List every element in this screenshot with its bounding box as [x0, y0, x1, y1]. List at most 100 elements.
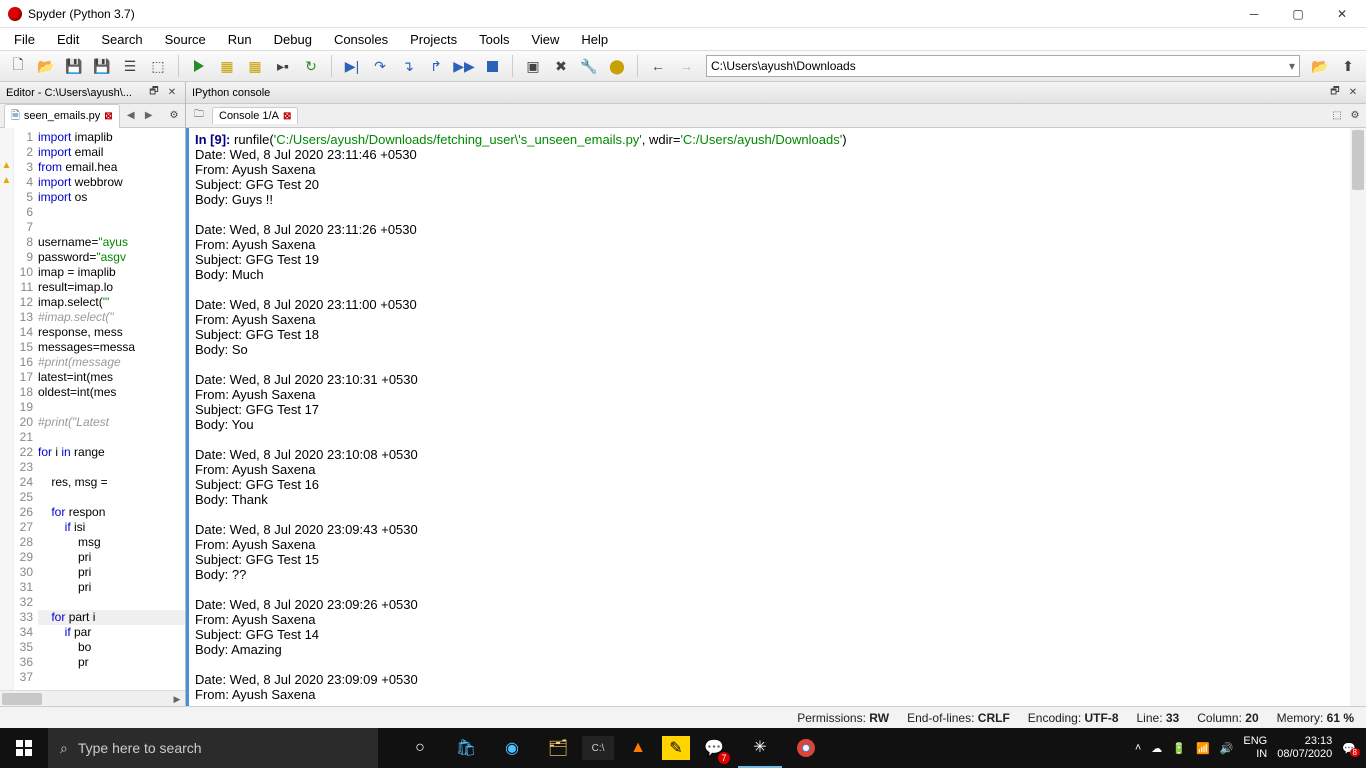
- close-button[interactable]: ✕: [1320, 0, 1364, 28]
- pane-float-button[interactable]: 🗗: [1328, 86, 1342, 100]
- edge-icon[interactable]: ◉: [490, 728, 534, 768]
- preferences-button[interactable]: ✖: [549, 54, 573, 78]
- search-placeholder: Type here to search: [78, 740, 202, 756]
- max-pane-button[interactable]: ⬚: [146, 54, 170, 78]
- browse-dir-button[interactable]: 📂: [1308, 54, 1332, 78]
- pane-close-button[interactable]: ✕: [1346, 86, 1360, 100]
- menu-run[interactable]: Run: [218, 30, 262, 49]
- run-button[interactable]: [187, 54, 211, 78]
- step-out-button[interactable]: ↱: [424, 54, 448, 78]
- console-tab-label: Console 1/A: [219, 110, 279, 122]
- menu-file[interactable]: File: [4, 30, 45, 49]
- menu-source[interactable]: Source: [155, 30, 216, 49]
- ipython-console[interactable]: In [9]: runfile('C:/Users/ayush/Download…: [186, 128, 1366, 706]
- code-editor[interactable]: ▲▲ 1234567891011121314151617181920212223…: [0, 128, 185, 690]
- windows-taskbar: ⌕ Type here to search ○ 🛍 ◉ 🗂 C:\ ▲ ✎ 💬7…: [0, 728, 1366, 768]
- tab-next-button[interactable]: ▶: [142, 110, 156, 121]
- file-icon: 🗎: [11, 107, 20, 126]
- cortana-icon[interactable]: ○: [398, 728, 442, 768]
- start-button[interactable]: [0, 728, 48, 768]
- outline-button[interactable]: ☰: [118, 54, 142, 78]
- run-cell-button[interactable]: ▦: [215, 54, 239, 78]
- tab-prev-button[interactable]: ◀: [124, 110, 138, 121]
- pane-float-button[interactable]: 🗗: [147, 86, 161, 100]
- spyder-logo-icon: [8, 7, 22, 21]
- tray-onedrive-icon[interactable]: ☁: [1151, 742, 1162, 755]
- open-file-button[interactable]: 📂: [34, 54, 58, 78]
- run-cell-advance-button[interactable]: ▦: [243, 54, 267, 78]
- notes-icon[interactable]: ✎: [662, 736, 690, 760]
- scroll-right-icon[interactable]: ▶: [169, 691, 185, 707]
- continue-button[interactable]: ▶▶: [452, 54, 476, 78]
- editor-hscrollbar[interactable]: ◀ ▶: [0, 690, 185, 706]
- console-tabrow: 🗀 Console 1/A ⊠ ⬚ ⚙: [186, 104, 1366, 128]
- kernel-button[interactable]: ▣: [521, 54, 545, 78]
- console-tab[interactable]: Console 1/A ⊠: [212, 107, 298, 124]
- menu-help[interactable]: Help: [571, 30, 618, 49]
- chrome-icon[interactable]: [784, 728, 828, 768]
- menubar: FileEditSearchSourceRunDebugConsolesProj…: [0, 28, 1366, 50]
- editor-tab-label: seen_emails.py: [24, 110, 100, 122]
- save-all-button[interactable]: 💾: [90, 54, 114, 78]
- menu-tools[interactable]: Tools: [469, 30, 519, 49]
- tray-volume-icon[interactable]: 🔊: [1220, 742, 1234, 755]
- editor-tabrow: 🗎 seen_emails.py ⊠ ◀ ▶ ⚙: [0, 104, 185, 128]
- step-over-button[interactable]: ↷: [368, 54, 392, 78]
- tab-close-icon[interactable]: ⊠: [104, 111, 112, 122]
- menu-debug[interactable]: Debug: [264, 30, 322, 49]
- status-encoding: Encoding: UTF-8: [1028, 711, 1119, 725]
- step-into-button[interactable]: ↴: [396, 54, 420, 78]
- parent-dir-button[interactable]: ⬆: [1336, 54, 1360, 78]
- system-tray: ˄ ☁ 🔋 📶 🔊 ENGIN 23:1308/07/2020 💬8: [1125, 735, 1366, 761]
- editor-options-button[interactable]: ⚙: [167, 109, 181, 123]
- search-icon: ⌕: [60, 740, 68, 757]
- working-directory-input[interactable]: C:\Users\ayush\Downloads▾: [706, 55, 1300, 77]
- tray-language[interactable]: ENGIN: [1243, 735, 1267, 761]
- python-path-button[interactable]: ⬤: [605, 54, 629, 78]
- tray-battery-icon[interactable]: 🔋: [1172, 742, 1186, 755]
- rerun-button[interactable]: ↻: [299, 54, 323, 78]
- console-vscrollbar[interactable]: [1350, 128, 1366, 706]
- tray-clock[interactable]: 23:1308/07/2020: [1277, 735, 1332, 761]
- menu-projects[interactable]: Projects: [400, 30, 467, 49]
- editor-pane: Editor - C:\Users\ayush\... 🗗 ✕ 🗎 seen_e…: [0, 82, 186, 706]
- vlc-icon[interactable]: ▲: [616, 728, 660, 768]
- forward-button[interactable]: →: [674, 54, 698, 78]
- menu-consoles[interactable]: Consoles: [324, 30, 398, 49]
- console-stop-button[interactable]: ⬚: [1330, 109, 1344, 123]
- status-memory: Memory: 61 %: [1277, 711, 1354, 725]
- pane-close-button[interactable]: ✕: [165, 86, 179, 100]
- stop-debug-button[interactable]: [480, 54, 504, 78]
- back-button[interactable]: ←: [646, 54, 670, 78]
- tools-button[interactable]: 🔧: [577, 54, 601, 78]
- cmd-icon[interactable]: C:\: [582, 736, 614, 760]
- menu-view[interactable]: View: [521, 30, 569, 49]
- browse-tabs-button[interactable]: 🗀: [190, 109, 208, 123]
- console-pane: IPython console 🗗 ✕ 🗀 Console 1/A ⊠ ⬚ ⚙ …: [186, 82, 1366, 706]
- save-button[interactable]: 💾: [62, 54, 86, 78]
- tab-close-icon[interactable]: ⊠: [283, 111, 291, 122]
- tray-chevron-icon[interactable]: ˄: [1135, 742, 1141, 754]
- minimize-button[interactable]: ─: [1232, 0, 1276, 28]
- debug-button[interactable]: ▶|: [340, 54, 364, 78]
- status-column: Column: 20: [1197, 711, 1258, 725]
- statusbar: Permissions: RW End-of-lines: CRLF Encod…: [0, 706, 1366, 728]
- console-pane-title: IPython console: [192, 87, 270, 99]
- console-options-button[interactable]: ⚙: [1348, 109, 1362, 123]
- store-icon[interactable]: 🛍: [444, 728, 488, 768]
- maximize-button[interactable]: ▢: [1276, 0, 1320, 28]
- new-file-button[interactable]: 🗋: [6, 54, 30, 78]
- explorer-icon[interactable]: 🗂: [536, 728, 580, 768]
- status-permissions: Permissions: RW: [797, 711, 889, 725]
- spyder-taskbar-icon[interactable]: ✳: [738, 728, 782, 768]
- whatsapp-icon[interactable]: 💬7: [692, 728, 736, 768]
- menu-edit[interactable]: Edit: [47, 30, 89, 49]
- menu-search[interactable]: Search: [91, 30, 152, 49]
- status-eol: End-of-lines: CRLF: [907, 711, 1010, 725]
- run-selection-button[interactable]: ▸▪: [271, 54, 295, 78]
- taskbar-search[interactable]: ⌕ Type here to search: [48, 728, 378, 768]
- editor-tab[interactable]: 🗎 seen_emails.py ⊠: [4, 104, 120, 128]
- tray-notifications-icon[interactable]: 💬8: [1342, 742, 1356, 755]
- tray-wifi-icon[interactable]: 📶: [1196, 742, 1210, 755]
- editor-pane-title: Editor - C:\Users\ayush\...: [6, 87, 132, 99]
